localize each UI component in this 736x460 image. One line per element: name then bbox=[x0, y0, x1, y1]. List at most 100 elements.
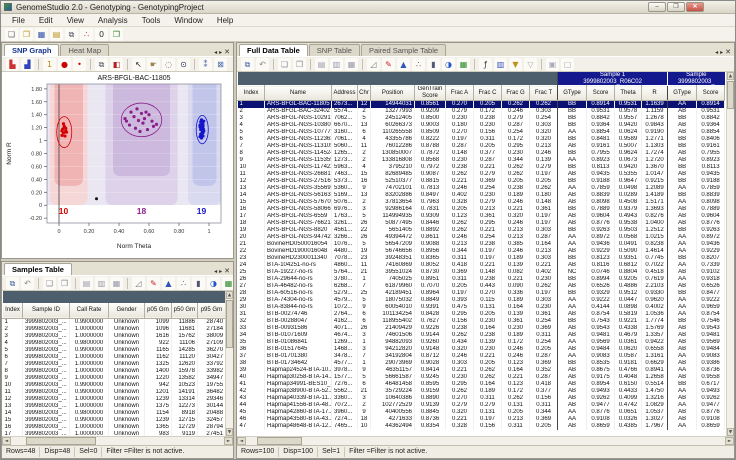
fdt-row[interactable]: 1ARS-BFGL-BAC-118052673...12149440310.85… bbox=[238, 101, 725, 109]
column-header-index[interactable]: Index bbox=[3, 303, 23, 318]
data-point[interactable] bbox=[150, 120, 153, 123]
column-header-address-2[interactable]: Address bbox=[332, 86, 358, 101]
fdt-row[interactable]: 17ARS-BFGL-NGS-65591763...51149949350.93… bbox=[238, 213, 725, 220]
data-point[interactable] bbox=[138, 130, 141, 133]
scroll-right-icon[interactable]: ► bbox=[224, 437, 233, 445]
column-header-frac-g-8[interactable]: Frac G bbox=[502, 86, 530, 101]
column-header-gtype-14[interactable]: GType bbox=[668, 86, 697, 101]
data-point[interactable] bbox=[202, 127, 205, 130]
fdt-row[interactable]: 41Hapmap34991-BES10_...7276...6464814580… bbox=[238, 381, 725, 388]
tab-snp-table[interactable]: SNP Table bbox=[309, 44, 360, 56]
fdt-row[interactable]: 14ARS-BFGL-NGS-561635169...13832028860.8… bbox=[238, 192, 725, 199]
cluster-dots-icon[interactable]: ∴ bbox=[80, 28, 93, 41]
fdt-row[interactable]: 13ARS-BFGL-NGS-355695360...9747021010.78… bbox=[238, 185, 725, 192]
panel-close-icon[interactable]: ✕ bbox=[224, 267, 230, 275]
fdt-row[interactable]: 15ARS-BFGL-NGS-576705076...2378136540.79… bbox=[238, 199, 725, 206]
tab-scroll-left-icon[interactable]: ◂ bbox=[214, 49, 217, 56]
fdt-row[interactable]: 9ARS-BFGL-NGS-1153551273...21338168080.8… bbox=[238, 157, 725, 164]
scroll-left-icon[interactable]: ◄ bbox=[2, 437, 11, 445]
fdt-row[interactable]: 44Hapmap41556-BTA-48...7072...2102772529… bbox=[238, 402, 725, 409]
fdt-row[interactable]: 34BTB-010716094674...3746015060.91440.26… bbox=[238, 332, 725, 339]
tab-scroll-left-icon[interactable]: ◂ bbox=[715, 49, 718, 56]
line-chart-icon[interactable]: ◿ bbox=[132, 277, 145, 290]
pie-chart-icon[interactable]: ◑ bbox=[207, 277, 220, 290]
fdt-row[interactable]: 26BTA-29644-no-rs3780...174050250.89510.… bbox=[238, 276, 725, 283]
maximize-button[interactable]: ❐ bbox=[667, 2, 685, 12]
data-point[interactable] bbox=[144, 111, 147, 114]
export-file-icon[interactable]: ❏ bbox=[43, 277, 56, 290]
grid-medium-icon[interactable]: ▥ bbox=[330, 58, 343, 71]
unlock-icon[interactable]: ▢ bbox=[561, 58, 574, 71]
title-bar[interactable]: GenomeStudio 2.0 - Genotyping - Genotypi… bbox=[1, 1, 735, 14]
data-point[interactable] bbox=[201, 123, 204, 126]
samples-row[interactable]: 123999802003_...1.0000000Unknown12391331… bbox=[3, 396, 226, 403]
data-point[interactable] bbox=[200, 133, 203, 136]
grid-large-icon[interactable]: ▦ bbox=[110, 277, 123, 290]
line-chart-icon[interactable]: ◿ bbox=[367, 58, 380, 71]
samples-vertical-scrollbar[interactable]: ▲ ▼ bbox=[225, 291, 233, 436]
new-project-icon[interactable]: ❏ bbox=[5, 28, 18, 41]
snp-scatter-plot[interactable]: 10181900.200.400.600.8011.801.601.401.20… bbox=[2, 72, 233, 258]
data-point[interactable] bbox=[143, 117, 146, 120]
samples-row[interactable]: 103999802003_...0.9900000Unknown94210523… bbox=[3, 382, 226, 389]
jitter-icon[interactable]: ⁑ bbox=[199, 58, 212, 71]
grid-large-icon[interactable]: ▦ bbox=[345, 58, 358, 71]
samples-row[interactable]: 153999802003_...0.9900000Unknown12391271… bbox=[3, 417, 226, 424]
grid-small-icon[interactable]: ▤ bbox=[315, 58, 328, 71]
folder-icon[interactable]: ▤ bbox=[50, 28, 63, 41]
samples-row[interactable]: 33999802003_...1.0000000Unknown161615762… bbox=[3, 333, 226, 340]
scroll-up-icon[interactable]: ▲ bbox=[727, 72, 734, 80]
tab-scroll-right-icon[interactable]: ▸ bbox=[720, 49, 723, 56]
undo-icon[interactable]: ↶ bbox=[256, 58, 269, 71]
menu-item-tools[interactable]: Tools bbox=[135, 16, 168, 25]
fdt-row[interactable]: 36BTB-015176451468...3942128200.91480.32… bbox=[238, 346, 725, 353]
data-point[interactable] bbox=[65, 131, 68, 134]
column-header-index-0[interactable]: Index bbox=[238, 86, 265, 101]
fdt-row[interactable]: 45Hapmap42860-BTA-17...3960...9404005560… bbox=[238, 409, 725, 416]
histogram-blue-icon[interactable]: ▟ bbox=[21, 58, 34, 71]
samples-row[interactable]: 113999802003_...0.9900000Unknown12011419… bbox=[3, 389, 226, 396]
scroll-down-icon[interactable]: ▼ bbox=[727, 428, 734, 436]
data-point[interactable] bbox=[64, 127, 67, 130]
samples-row[interactable]: 163999802003_...1.0000000Unknown13651272… bbox=[3, 424, 226, 431]
data-point[interactable] bbox=[137, 119, 140, 122]
function-icon[interactable]: ƒ bbox=[479, 58, 492, 71]
tab-paired-sample-table[interactable]: Paired Sample Table bbox=[361, 44, 446, 56]
resize-icon[interactable]: ⊠ bbox=[214, 58, 227, 71]
scrollbar-thumb[interactable] bbox=[727, 81, 734, 109]
column-header-p50-grn[interactable]: p50 Grn bbox=[172, 303, 198, 318]
label-1-icon[interactable]: 1 bbox=[43, 58, 56, 71]
data-point[interactable] bbox=[60, 129, 63, 132]
scroll-left-icon[interactable]: ◄ bbox=[237, 437, 246, 445]
fdt-row[interactable]: 11ARS-BFGL-NGS-266817463...15826894850.9… bbox=[238, 171, 725, 178]
column-select-icon[interactable]: ▥ bbox=[494, 58, 507, 71]
samples-row[interactable]: 73999802003_...1.0000000Unknown132512620… bbox=[3, 361, 226, 368]
column-header-position-4[interactable]: Position bbox=[371, 86, 415, 101]
data-point[interactable] bbox=[62, 122, 65, 125]
pen-icon[interactable]: ✎ bbox=[382, 58, 395, 71]
column-header-score-11[interactable]: Score bbox=[587, 86, 615, 101]
fdt-row[interactable]: 32BTB-002880474162...61189554020.76270.1… bbox=[238, 318, 725, 325]
scatter-plot-icon[interactable]: ∴ bbox=[412, 58, 425, 71]
fdt-row[interactable]: 27BTA-46482-no-rs6268...7618799600.70700… bbox=[238, 283, 725, 290]
copy-selection-icon[interactable]: ⧉ bbox=[6, 277, 19, 290]
grid-small-icon[interactable]: ▤ bbox=[80, 277, 93, 290]
data-point[interactable] bbox=[128, 123, 131, 126]
data-point[interactable] bbox=[155, 123, 158, 126]
import-file-icon[interactable]: ❐ bbox=[58, 277, 71, 290]
column-chart-icon[interactable]: ▮ bbox=[192, 277, 205, 290]
fdt-row[interactable]: 39Hapmap24524-BTA-10...3978...9463511570… bbox=[238, 367, 725, 374]
column-header-r-13[interactable]: R bbox=[642, 86, 668, 101]
histogram-red-icon[interactable]: ▙ bbox=[6, 58, 19, 71]
samples-row[interactable]: 43999802003_...0.9800000Unknown922111062… bbox=[3, 340, 226, 347]
small-dot-icon[interactable]: • bbox=[73, 58, 86, 71]
samples-row[interactable]: 143999802003_...0.9800000Unknown11548918… bbox=[3, 410, 226, 417]
column-header-theta-12[interactable]: Theta bbox=[615, 86, 642, 101]
fdt-row[interactable]: 6ARS-BFGL-NGS-1123637061...4433557860.82… bbox=[238, 136, 725, 143]
scatter-plot-icon[interactable]: ∴ bbox=[177, 277, 190, 290]
cursor-icon[interactable]: ↖ bbox=[132, 58, 145, 71]
fdt-row[interactable]: 25BTA-19227-no-rs5764...21395510240.8730… bbox=[238, 269, 725, 276]
fdt-row[interactable]: 24BTA-104251-no-rs4860...11741608690.805… bbox=[238, 262, 725, 269]
fdt-row[interactable]: 37BTB-017013803478...7341928040.87120.24… bbox=[238, 353, 725, 360]
fdt-row[interactable]: 19ARS-BFGL-NGS-88204561...2256514050.889… bbox=[238, 227, 725, 234]
